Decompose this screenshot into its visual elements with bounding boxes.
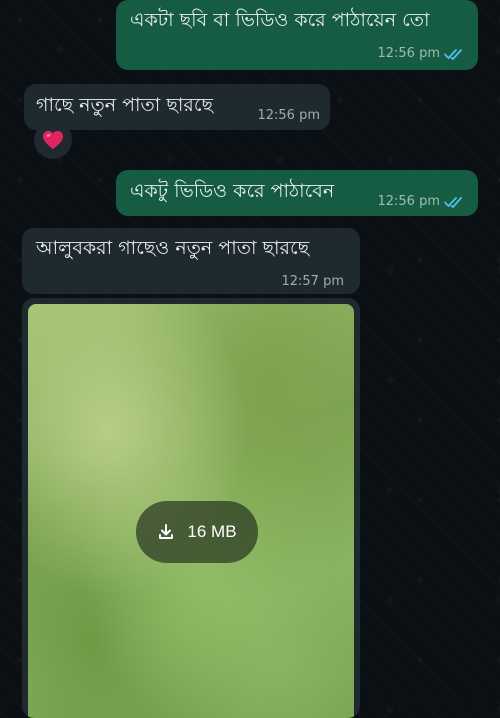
video-message-bubble[interactable]: 16 MB — [22, 298, 360, 718]
read-ticks-icon — [444, 197, 462, 208]
video-file-size: 16 MB — [187, 522, 237, 541]
message-text: একটা ছবি বা ভিডিও করে পাঠায়েন তো — [130, 9, 430, 31]
message-text: একটু ভিডিও করে পাঠাবেন — [130, 180, 335, 202]
read-ticks-icon — [444, 49, 462, 60]
outgoing-message-bubble[interactable]: একটু ভিডিও করে পাঠাবেন 12:56 pm — [116, 170, 478, 216]
outgoing-message-bubble[interactable]: একটা ছবি বা ভিডিও করে পাঠায়েন তো 12:56 … — [116, 0, 478, 70]
incoming-message-bubble[interactable]: গাছে নতুন পাতা ছারছে 12:56 pm — [24, 84, 330, 130]
message-time: 12:56 pm — [257, 108, 320, 123]
heart-icon — [43, 130, 63, 150]
download-icon — [159, 524, 174, 539]
message-time: 12:57 pm — [281, 274, 344, 289]
reaction-badge[interactable] — [34, 121, 72, 159]
message-time: 12:56 pm — [377, 46, 440, 61]
video-thumbnail[interactable]: 16 MB — [28, 304, 354, 718]
message-text: আলুবকরা গাছেও নতুন পাতা ছারছে — [36, 237, 310, 259]
download-button[interactable]: 16 MB — [136, 501, 258, 563]
message-text: গাছে নতুন পাতা ছারছে — [36, 94, 213, 116]
message-time: 12:56 pm — [377, 194, 440, 209]
incoming-message-bubble[interactable]: আলুবকরা গাছেও নতুন পাতা ছারছে 12:57 pm — [22, 228, 360, 294]
